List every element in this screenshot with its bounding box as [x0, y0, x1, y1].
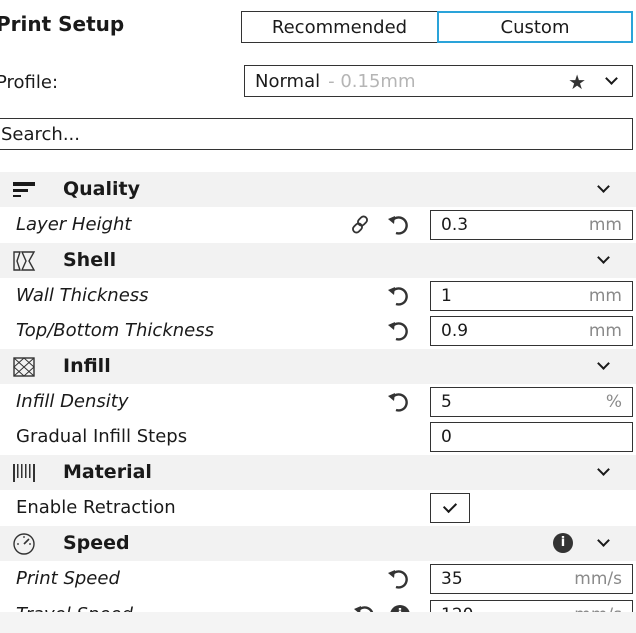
unit-label: % [605, 392, 622, 412]
reset-icon[interactable] [386, 390, 410, 414]
category-label: Infill [63, 355, 111, 377]
reset-icon[interactable] [386, 284, 410, 308]
profile-detail: - 0.15mm [328, 70, 416, 92]
category-quality[interactable]: Quality [0, 172, 636, 207]
setting-label: Infill Density [16, 391, 129, 412]
unit-label: mm [588, 286, 622, 306]
infill-density-input[interactable]: 5 % [430, 387, 633, 417]
category-shell[interactable]: Shell [0, 243, 636, 278]
infill-icon [13, 357, 35, 377]
setting-row-top-bottom-thickness: Top/Bottom Thickness 0.9 mm [0, 313, 636, 348]
reset-icon[interactable] [386, 567, 410, 591]
chevron-down-icon [597, 463, 610, 476]
setting-label: Gradual Infill Steps [16, 426, 188, 447]
category-material[interactable]: Material [0, 455, 636, 490]
input-value: 0.9 [441, 321, 469, 341]
print-speed-input[interactable]: 35 mm/s [430, 564, 633, 594]
chevron-down-icon [597, 357, 610, 370]
shell-icon [13, 251, 36, 271]
input-value: 0.3 [441, 215, 469, 235]
unit-label: mm [588, 215, 622, 235]
setting-label: Layer Height [16, 214, 132, 235]
recommended-mode-button[interactable]: Recommended [241, 11, 437, 43]
category-label: Shell [63, 249, 117, 271]
speed-icon [13, 533, 35, 555]
setting-row-enable-retraction: Enable Retraction [0, 490, 636, 525]
quality-icon [13, 182, 35, 197]
scroll-fade-overlay [0, 612, 636, 633]
setting-label: Enable Retraction [16, 497, 176, 518]
unit-label: mm/s [574, 569, 622, 589]
chevron-down-icon [597, 534, 610, 547]
reset-icon[interactable] [386, 213, 410, 237]
setting-row-gradual-infill-steps: Gradual Infill Steps 0 [0, 419, 636, 454]
chevron-down-icon [597, 180, 610, 193]
page-title: Print Setup [0, 12, 125, 36]
category-speed[interactable]: Speed i [0, 526, 636, 561]
check-icon [442, 498, 458, 514]
profile-label: Profile: [0, 72, 59, 93]
category-label: Material [63, 461, 152, 483]
search-input[interactable] [1, 123, 632, 145]
setting-row-wall-thickness: Wall Thickness 1 mm [0, 278, 636, 313]
info-icon[interactable]: i [553, 533, 573, 553]
setting-row-layer-height: Layer Height 0.3 mm [0, 207, 636, 242]
gradual-infill-steps-input[interactable]: 0 [430, 422, 633, 452]
search-box [0, 118, 633, 150]
category-label: Speed [63, 532, 130, 554]
setting-row-infill-density: Infill Density 5 % [0, 384, 636, 419]
profile-name: Normal [255, 70, 321, 92]
category-label: Quality [63, 178, 140, 200]
layer-height-input[interactable]: 0.3 mm [430, 210, 633, 240]
reset-icon[interactable] [386, 319, 410, 343]
top-bottom-thickness-input[interactable]: 0.9 mm [430, 316, 633, 346]
input-value: 5 [441, 392, 452, 412]
input-value: 1 [441, 286, 452, 306]
unit-label: mm [588, 321, 622, 341]
setting-label: Top/Bottom Thickness [16, 320, 214, 341]
link-icon[interactable] [350, 214, 372, 236]
enable-retraction-checkbox[interactable] [430, 493, 470, 523]
star-icon[interactable]: ★ [568, 70, 586, 94]
chevron-down-icon [597, 251, 610, 264]
category-infill[interactable]: Infill [0, 349, 636, 384]
profile-dropdown[interactable]: Normal - 0.15mm ★ [244, 65, 633, 97]
chevron-down-icon [605, 72, 618, 85]
input-value: 0 [441, 427, 452, 447]
wall-thickness-input[interactable]: 1 mm [430, 281, 633, 311]
setting-label: Wall Thickness [16, 285, 149, 306]
setting-label: Print Speed [16, 568, 120, 589]
material-icon [13, 464, 35, 482]
custom-mode-button[interactable]: Custom [437, 11, 633, 43]
mode-toggle: Recommended Custom [241, 11, 633, 43]
setting-row-print-speed: Print Speed 35 mm/s [0, 561, 636, 596]
input-value: 35 [441, 569, 463, 589]
